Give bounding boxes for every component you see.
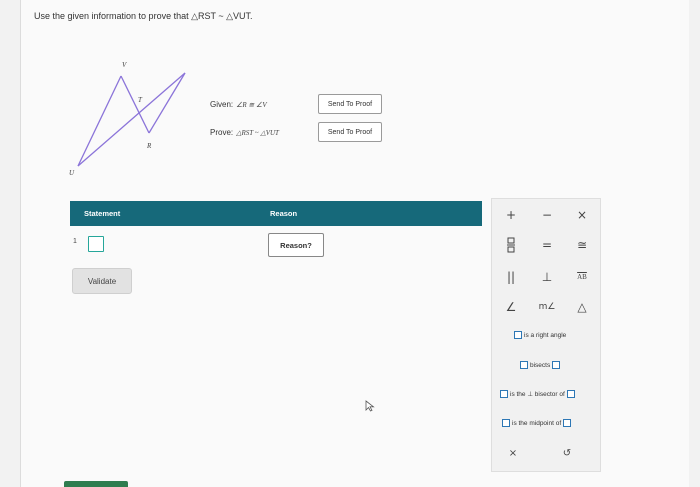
bottom-tab-indicator <box>64 481 128 487</box>
palette-footer: × ↺ <box>492 441 600 465</box>
parallel-symbol[interactable]: || <box>496 266 526 288</box>
triangle-diagram: V S T R U <box>69 61 186 177</box>
congruent-symbol[interactable]: ≅ <box>567 234 597 256</box>
placeholder-box-icon <box>563 419 572 427</box>
placeholder-box-icon <box>514 331 522 339</box>
statement-header: Statement <box>84 209 121 218</box>
phrase-perpendicular-bisector[interactable]: is the ⊥ bisector of <box>498 390 577 398</box>
phrase-bisects[interactable]: bisects <box>518 361 562 369</box>
perpendicular-symbol[interactable]: ⊥ <box>532 266 562 288</box>
fraction-symbol[interactable] <box>496 234 526 256</box>
validate-button[interactable]: Validate <box>72 268 132 294</box>
segment-us <box>77 72 186 167</box>
given-row: Given: ∠R ≅ ∠V <box>210 100 267 109</box>
phrase-right-angle[interactable]: is a right angle <box>512 331 566 339</box>
placeholder-box-icon <box>502 419 510 427</box>
placeholder-box-icon <box>552 361 561 369</box>
reason-header: Reason <box>270 209 298 218</box>
row-number: 1 <box>73 238 77 245</box>
phrase-midpoint[interactable]: is the midpoint of <box>500 419 573 427</box>
label-t: T <box>138 96 143 104</box>
segment-symbol[interactable]: AB <box>567 266 597 288</box>
given-label: Given: <box>210 100 234 109</box>
label-u: U <box>69 169 75 177</box>
prove-statement: △RST ~ △VUT <box>236 128 279 137</box>
minus-symbol[interactable]: − <box>532 204 562 226</box>
placeholder-box-icon <box>500 390 508 398</box>
equals-symbol[interactable]: = <box>532 234 562 256</box>
times-symbol[interactable]: × <box>567 204 597 226</box>
prove-row: Prove: △RST ~ △VUT <box>210 128 279 137</box>
send-prove-button[interactable]: Send To Proof <box>318 122 382 142</box>
send-given-button[interactable]: Send To Proof <box>318 94 382 114</box>
proof-table-header: Statement Reason <box>70 201 482 226</box>
mouse-pointer-icon <box>365 400 375 415</box>
reason-button[interactable]: Reason? <box>268 233 324 257</box>
label-r: R <box>146 142 152 150</box>
angle-symbol[interactable]: ∠ <box>496 296 526 318</box>
placeholder-box-icon <box>566 390 575 398</box>
placeholder-box-icon <box>520 361 528 369</box>
clear-button[interactable]: × <box>498 442 528 464</box>
fraction-icon <box>507 237 515 253</box>
prove-label: Prove: <box>210 128 234 137</box>
segment-sr <box>148 72 186 134</box>
symbol-palette: + − × = ≅ || ⊥ AB ∠ m∠ △ is a right angl… <box>491 198 601 472</box>
angle-measure-symbol[interactable]: m∠ <box>532 296 562 318</box>
triangle-symbol[interactable]: △ <box>567 296 597 318</box>
label-v: V <box>122 61 127 69</box>
given-statement: ∠R ≅ ∠V <box>236 100 267 109</box>
plus-symbol[interactable]: + <box>496 204 526 226</box>
segment-uv <box>77 75 122 167</box>
undo-button[interactable]: ↺ <box>552 442 582 464</box>
problem-prompt: Use the given information to prove that … <box>34 11 253 21</box>
statement-input[interactable] <box>88 236 104 252</box>
